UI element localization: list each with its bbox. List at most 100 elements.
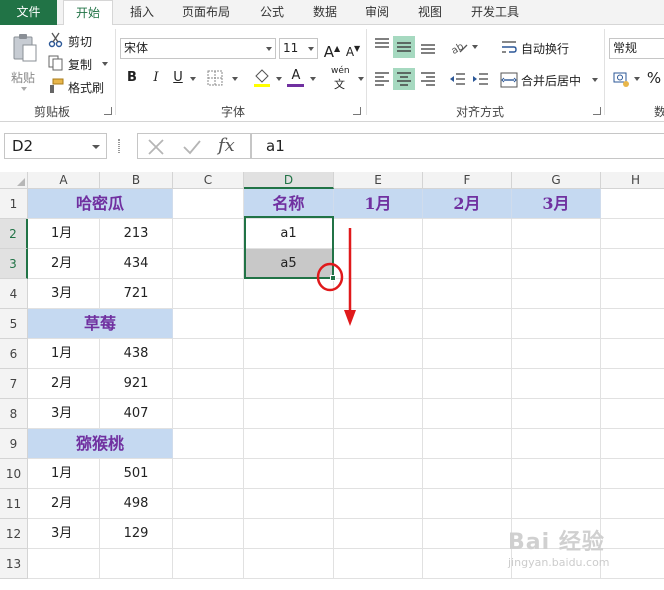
number-format-combo[interactable]: 常规 bbox=[609, 38, 664, 59]
empty-cell[interactable] bbox=[173, 339, 244, 369]
header-cell-mar[interactable]: 3月 bbox=[512, 189, 601, 219]
bold-button[interactable]: B bbox=[122, 68, 142, 88]
row-header-5[interactable]: 5 bbox=[0, 309, 28, 339]
empty-cell[interactable] bbox=[28, 549, 100, 579]
percent-style-button[interactable]: % bbox=[644, 68, 664, 88]
column-header-g[interactable]: G bbox=[512, 172, 601, 189]
row-header-12[interactable]: 12 bbox=[0, 519, 28, 549]
empty-cell[interactable] bbox=[173, 459, 244, 489]
align-bottom-icon[interactable] bbox=[418, 36, 438, 56]
column-header-c[interactable]: C bbox=[173, 172, 244, 189]
empty-cell[interactable] bbox=[512, 399, 601, 429]
group-title-cell[interactable]: 哈密瓜 bbox=[28, 189, 173, 219]
month-cell[interactable]: 1月 bbox=[28, 339, 100, 369]
column-header-b[interactable]: B bbox=[100, 172, 173, 189]
row-header-10[interactable]: 10 bbox=[0, 459, 28, 489]
row-header-4[interactable]: 4 bbox=[0, 279, 28, 309]
header-cell-jan[interactable]: 1月 bbox=[334, 189, 423, 219]
month-cell[interactable]: 2月 bbox=[28, 369, 100, 399]
empty-cell[interactable] bbox=[244, 489, 334, 519]
empty-cell[interactable] bbox=[334, 489, 423, 519]
empty-cell[interactable] bbox=[601, 249, 664, 279]
border-dropdown-icon[interactable] bbox=[232, 77, 238, 81]
empty-cell[interactable] bbox=[334, 399, 423, 429]
empty-cell[interactable] bbox=[173, 489, 244, 519]
shrink-font-button[interactable]: A▼ bbox=[343, 39, 363, 59]
empty-cell[interactable] bbox=[601, 339, 664, 369]
empty-cell[interactable] bbox=[423, 369, 512, 399]
month-cell[interactable]: 2月 bbox=[28, 249, 100, 279]
font-launcher-icon[interactable] bbox=[353, 107, 361, 115]
empty-cell[interactable] bbox=[512, 429, 601, 459]
underline-button[interactable]: U bbox=[168, 68, 188, 88]
empty-cell[interactable] bbox=[423, 459, 512, 489]
value-cell[interactable]: 721 bbox=[100, 279, 173, 309]
empty-cell[interactable] bbox=[601, 519, 664, 549]
empty-cell[interactable] bbox=[601, 189, 664, 219]
empty-cell[interactable] bbox=[173, 399, 244, 429]
align-left-icon[interactable] bbox=[372, 69, 392, 89]
empty-cell[interactable] bbox=[173, 219, 244, 249]
decrease-indent-icon[interactable] bbox=[447, 69, 467, 89]
align-center-button[interactable] bbox=[393, 68, 415, 90]
tab-review[interactable]: 审阅 bbox=[355, 0, 399, 25]
empty-cell[interactable] bbox=[173, 429, 244, 459]
fill-color-icon[interactable] bbox=[253, 68, 271, 88]
row-header-1[interactable]: 1 bbox=[0, 189, 28, 219]
empty-cell[interactable] bbox=[512, 219, 601, 249]
empty-cell[interactable] bbox=[423, 279, 512, 309]
insert-function-button[interactable]: fx bbox=[218, 135, 244, 157]
empty-cell[interactable] bbox=[244, 369, 334, 399]
empty-cell[interactable] bbox=[601, 399, 664, 429]
row-header-3[interactable]: 3 bbox=[0, 249, 28, 279]
orientation-dropdown-icon[interactable] bbox=[472, 45, 478, 49]
empty-cell[interactable] bbox=[173, 369, 244, 399]
empty-cell[interactable] bbox=[601, 489, 664, 519]
value-cell[interactable]: 501 bbox=[100, 459, 173, 489]
enter-check-icon[interactable] bbox=[182, 138, 202, 156]
empty-cell[interactable] bbox=[423, 219, 512, 249]
empty-cell[interactable] bbox=[601, 549, 664, 579]
empty-cell[interactable] bbox=[423, 429, 512, 459]
align-right-icon[interactable] bbox=[418, 69, 438, 89]
column-header-e[interactable]: E bbox=[334, 172, 423, 189]
value-cell[interactable]: 498 bbox=[100, 489, 173, 519]
empty-cell[interactable] bbox=[173, 519, 244, 549]
empty-cell[interactable] bbox=[173, 549, 244, 579]
italic-button[interactable]: I bbox=[146, 68, 166, 88]
column-header-f[interactable]: F bbox=[423, 172, 512, 189]
paste-button[interactable]: 粘贴 bbox=[6, 31, 42, 93]
empty-cell[interactable] bbox=[423, 399, 512, 429]
empty-cell[interactable] bbox=[512, 249, 601, 279]
empty-cell[interactable] bbox=[601, 369, 664, 399]
empty-cell[interactable] bbox=[512, 369, 601, 399]
empty-cell[interactable] bbox=[244, 429, 334, 459]
column-header-a[interactable]: A bbox=[28, 172, 100, 189]
empty-cell[interactable] bbox=[244, 549, 334, 579]
accounting-format-icon[interactable] bbox=[612, 69, 632, 89]
empty-cell[interactable] bbox=[173, 189, 244, 219]
cut-button[interactable]: 剪切 bbox=[48, 31, 98, 49]
row-header-2[interactable]: 2 bbox=[0, 219, 28, 249]
border-icon[interactable] bbox=[207, 70, 223, 86]
empty-cell[interactable] bbox=[601, 459, 664, 489]
row-header-9[interactable]: 9 bbox=[0, 429, 28, 459]
font-color-dropdown-icon[interactable] bbox=[310, 77, 316, 81]
value-cell[interactable]: 129 bbox=[100, 519, 173, 549]
group-title-cell[interactable]: 猕猴桃 bbox=[28, 429, 173, 459]
tab-formulas[interactable]: 公式 bbox=[250, 0, 294, 25]
alignment-launcher-icon[interactable] bbox=[593, 107, 601, 115]
empty-cell[interactable] bbox=[601, 219, 664, 249]
empty-cell[interactable] bbox=[601, 429, 664, 459]
format-painter-button[interactable]: 格式刷 bbox=[48, 77, 108, 95]
row-header-7[interactable]: 7 bbox=[0, 369, 28, 399]
empty-cell[interactable] bbox=[244, 399, 334, 429]
wrap-text-button[interactable]: 自动换行 bbox=[500, 38, 580, 58]
value-cell[interactable]: 213 bbox=[100, 219, 173, 249]
group-title-cell[interactable]: 草莓 bbox=[28, 309, 173, 339]
month-cell[interactable]: 1月 bbox=[28, 459, 100, 489]
phonetic-button[interactable]: wén 文 bbox=[331, 66, 355, 91]
empty-cell[interactable] bbox=[423, 519, 512, 549]
value-cell[interactable]: 407 bbox=[100, 399, 173, 429]
tab-insert[interactable]: 插入 bbox=[120, 0, 164, 25]
